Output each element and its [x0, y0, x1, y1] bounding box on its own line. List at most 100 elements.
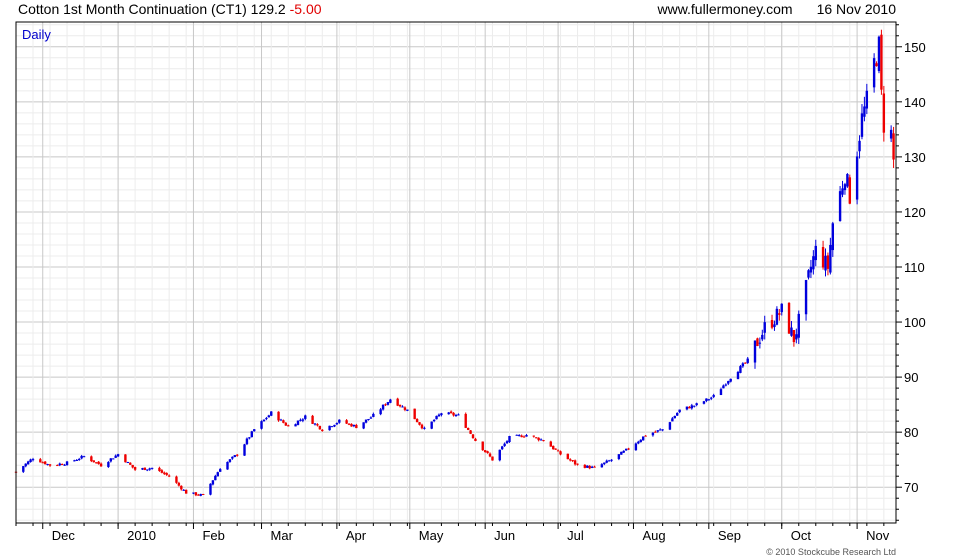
x-tick-label: 2010: [127, 528, 156, 543]
candle-body: [491, 456, 494, 461]
candle-body: [627, 448, 630, 450]
candles: [14, 29, 895, 497]
candle-body: [294, 424, 297, 427]
candle-body: [253, 429, 256, 432]
y-tick-label: 110: [904, 260, 925, 275]
candle-body: [792, 330, 796, 343]
candle-body: [515, 434, 518, 436]
candle-body: [201, 493, 205, 495]
candle-body: [384, 404, 387, 406]
candle-body: [99, 463, 103, 467]
candle-body: [415, 419, 419, 423]
candle-body: [753, 340, 757, 363]
candle-body: [872, 58, 876, 88]
candle-body: [882, 93, 886, 133]
x-tick-label: Nov: [866, 528, 890, 543]
candle-body: [92, 460, 95, 463]
candle-body: [457, 414, 460, 416]
candle-body: [367, 418, 370, 420]
candle-body: [177, 482, 181, 486]
candle-body: [316, 424, 319, 426]
candle-body: [736, 371, 740, 380]
candle-body: [603, 462, 606, 465]
candle-body: [26, 461, 30, 465]
candle-body: [369, 417, 373, 419]
candle-body: [858, 140, 861, 152]
candle-body: [644, 435, 647, 437]
candle-body: [668, 422, 672, 430]
y-tick-label: 90: [904, 370, 918, 385]
candle-body: [892, 133, 895, 160]
candle-body: [449, 411, 453, 414]
candle-body: [761, 334, 764, 340]
candle-body: [639, 439, 642, 443]
candle-body: [656, 430, 659, 432]
candle-body: [345, 420, 348, 424]
candle-body: [790, 327, 793, 336]
y-axis: 70 80 90 100 110 120 130 140 150: [896, 24, 926, 521]
x-tick-label: Jun: [494, 528, 515, 543]
candle-body: [209, 483, 212, 495]
candle-body: [508, 435, 511, 443]
candle-body: [559, 451, 562, 455]
candle-body: [160, 470, 164, 473]
y-tick-label: 130: [904, 150, 926, 165]
candle-body: [877, 36, 881, 72]
candle-body: [95, 462, 98, 464]
candle-body: [245, 438, 249, 445]
candle-body: [406, 409, 409, 411]
candle-body: [262, 419, 266, 422]
candle-body: [658, 429, 662, 431]
candle-body: [437, 414, 441, 417]
x-tick-label: Dec: [52, 528, 76, 543]
candle-body: [141, 468, 144, 470]
candle-body: [466, 427, 470, 430]
candle-body: [542, 440, 545, 442]
candle-body: [641, 436, 645, 441]
candle-body: [775, 308, 779, 325]
candle-body: [488, 453, 492, 457]
candle-body: [250, 431, 254, 438]
candle-body: [63, 464, 66, 466]
candle-body: [211, 480, 215, 485]
candle-body: [279, 419, 283, 421]
candle-body: [590, 466, 594, 468]
candle-body: [90, 456, 93, 462]
candle-body: [335, 423, 339, 425]
candle-body: [797, 313, 800, 338]
candle-body: [719, 389, 723, 396]
candle-body: [651, 432, 655, 436]
candle-body: [430, 421, 433, 429]
candle-body: [270, 411, 273, 416]
candle-body: [469, 430, 472, 434]
candle-body: [773, 324, 776, 327]
x-tick-label: Oct: [791, 528, 812, 543]
candlestick-chart: 70 80 90 100 110 120 130 140 150 Dec 2010 Feb Mar Ap…: [14, 21, 926, 543]
candle-body: [539, 439, 543, 441]
candle-body: [556, 450, 560, 452]
candle-body: [654, 431, 657, 433]
candle-body: [318, 425, 322, 430]
candle-body: [739, 366, 742, 373]
candle-body: [131, 464, 134, 468]
candle-body: [435, 415, 438, 420]
candle-body: [780, 303, 783, 313]
candle-body: [532, 435, 535, 437]
y-tick-label: 70: [904, 480, 918, 495]
candle-body: [746, 358, 749, 363]
candle-body: [722, 385, 725, 389]
candle-body: [143, 467, 147, 471]
candle-body: [97, 461, 100, 465]
candle-body: [554, 448, 557, 450]
candle-body: [214, 475, 217, 481]
x-tick-label: Mar: [271, 528, 294, 543]
x-axis: Dec 2010 Feb Mar Apr May Jun Jul Aug Sep Oct Nov: [15, 523, 890, 543]
candle-body: [693, 405, 696, 407]
candle-body: [452, 412, 455, 416]
candle-body: [284, 422, 288, 426]
candle-body: [124, 454, 127, 463]
candle-body: [330, 426, 334, 428]
candle-body: [432, 419, 436, 422]
candle-body: [685, 406, 689, 410]
x-tick-label: Feb: [202, 528, 224, 543]
